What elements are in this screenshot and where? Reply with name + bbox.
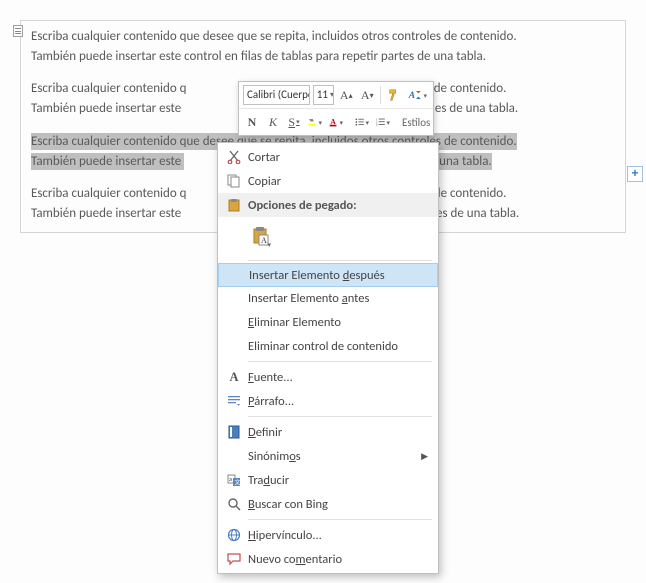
hyperlink-icon: [222, 525, 246, 545]
menu-translate[interactable]: a文 Traducir: [218, 468, 438, 492]
paragraph-text: También puede insertar este control en f…: [31, 49, 486, 64]
italic-button[interactable]: K: [264, 112, 282, 132]
font-icon: A: [222, 367, 246, 387]
svg-text:文: 文: [235, 479, 241, 487]
translate-icon: a文: [222, 470, 246, 490]
paragraph-text: También puede insertar este: [31, 101, 181, 116]
bold-button[interactable]: N: [243, 112, 261, 132]
paragraph-text: También puede insertar este: [31, 206, 181, 221]
font-name-combo[interactable]: Calibri (Cuerpo ▾: [243, 85, 310, 105]
styles-button[interactable]: A ▾: [406, 85, 429, 105]
menu-synonyms[interactable]: Sinónimos ▶: [218, 444, 438, 468]
svg-text:A: A: [330, 117, 336, 126]
cut-icon: [222, 147, 246, 167]
svg-text:3: 3: [376, 123, 378, 127]
menu-hyperlink[interactable]: Hipervínculo...: [218, 523, 438, 547]
paragraph-text: es de una tabla.: [435, 101, 518, 116]
mini-toolbar: Calibri (Cuerpo ▾ 11 ▾ A▴ A▾ A ▾ N K S▾ …: [238, 81, 434, 136]
menu-define[interactable]: Definir: [218, 420, 438, 444]
dropdown-icon: ▾: [330, 86, 334, 104]
menu-insert-after[interactable]: Insertar Elemento después: [218, 263, 438, 287]
context-menu: Cortar Copiar Opciones de pegado: A ▾ In…: [217, 142, 439, 574]
format-painter-button[interactable]: [385, 85, 403, 105]
menu-font[interactable]: A Fuente...: [218, 365, 438, 389]
menu-separator: [248, 519, 432, 520]
paste-keep-text-button[interactable]: A ▾: [248, 221, 274, 251]
copy-icon: [222, 171, 246, 191]
submenu-arrow-icon: ▶: [421, 451, 428, 462]
paragraph-icon: [222, 391, 246, 411]
menu-cut[interactable]: Cortar: [218, 145, 438, 169]
menu-new-comment[interactable]: Nuevo comentario: [218, 547, 438, 571]
paragraph-text: Escriba cualquier contenido que desee qu…: [31, 29, 517, 44]
dropdown-icon: ▾: [423, 91, 427, 100]
menu-separator: [248, 416, 432, 417]
define-icon: [222, 422, 246, 442]
menu-paste-options-header: Opciones de pegado:: [218, 193, 438, 217]
font-size-combo[interactable]: 11 ▾: [313, 85, 334, 105]
font-name-value: Calibri (Cuerpo: [247, 86, 310, 104]
menu-insert-before[interactable]: Insertar Elemento antes: [218, 286, 438, 310]
menu-paragraph[interactable]: Párrafo...: [218, 389, 438, 413]
menu-search-bing[interactable]: Buscar con Bing: [218, 492, 438, 516]
shrink-font-button[interactable]: A▾: [358, 85, 376, 105]
paste-icon: [222, 195, 246, 215]
selected-text[interactable]: También puede insertar este: [31, 153, 184, 170]
paragraph-text: Escriba cualquier contenido q: [31, 186, 186, 201]
highlight-button[interactable]: ▾: [306, 112, 324, 132]
styles-label: Estilos: [400, 116, 430, 129]
paste-options-row: A ▾: [218, 217, 438, 257]
font-size-value: 11: [317, 86, 328, 104]
grow-font-button[interactable]: A▴: [337, 85, 355, 105]
repeating-item-1: Escriba cualquier contenido que desee qu…: [31, 27, 615, 67]
menu-copy[interactable]: Copiar: [218, 169, 438, 193]
add-item-button[interactable]: +: [627, 166, 643, 182]
bullets-button[interactable]: ▾: [353, 112, 371, 132]
numbering-button[interactable]: 123▾: [374, 112, 392, 132]
underline-button[interactable]: S▾: [285, 112, 303, 132]
separator: [380, 86, 381, 104]
svg-text:a: a: [229, 475, 232, 483]
paragraph-text: Escriba cualquier contenido q: [31, 81, 186, 96]
menu-remove-content-control[interactable]: Eliminar control de contenido: [218, 334, 438, 358]
dropdown-icon: ▾: [267, 240, 271, 249]
svg-text:A: A: [261, 236, 267, 245]
content-control-handle[interactable]: [13, 25, 23, 37]
font-color-button[interactable]: A▾: [327, 112, 345, 132]
svg-text:A: A: [408, 90, 415, 101]
menu-separator: [248, 260, 432, 261]
menu-remove-element[interactable]: Eliminar Elemento: [218, 310, 438, 334]
menu-separator: [248, 361, 432, 362]
search-icon: [222, 494, 246, 514]
comment-icon: [222, 549, 246, 569]
